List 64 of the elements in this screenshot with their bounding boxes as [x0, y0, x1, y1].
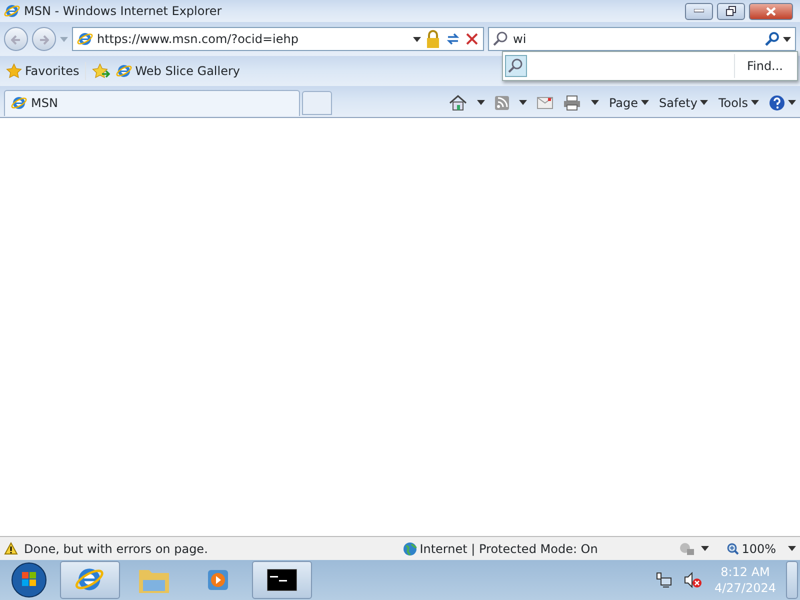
- url-text: https://www.msn.com/?ocid=iehp: [97, 31, 300, 48]
- dropdown-caret-icon[interactable]: [641, 100, 650, 105]
- browser-tab[interactable]: MSN: [4, 90, 300, 116]
- taskbar-button[interactable]: [252, 561, 312, 599]
- restore-button[interactable]: [717, 2, 745, 20]
- search-text: wi: [513, 31, 528, 48]
- start-orb-icon: [11, 562, 47, 598]
- search-magnifier-icon: [493, 31, 509, 47]
- dropdown-caret-icon[interactable]: [518, 100, 527, 105]
- stop-icon[interactable]: [465, 32, 479, 46]
- padlock-icon: [425, 30, 441, 48]
- help-menu[interactable]: [769, 94, 796, 110]
- dropdown-caret-icon[interactable]: [700, 100, 708, 105]
- page-icon: [116, 63, 132, 79]
- minimize-icon: [694, 9, 704, 13]
- dropdown-caret-icon[interactable]: [751, 100, 759, 105]
- search-suggestion-button[interactable]: [505, 55, 527, 77]
- minimize-button[interactable]: [685, 2, 713, 20]
- dropdown-caret-icon[interactable]: [788, 100, 796, 105]
- page-icon: [77, 31, 93, 47]
- command-menu[interactable]: Page: [608, 94, 650, 112]
- network-icon[interactable]: [656, 572, 672, 588]
- add-favorite-icon[interactable]: [92, 63, 110, 79]
- forward-arrow-icon: [39, 34, 49, 45]
- star-icon: [6, 63, 22, 79]
- clock-date: 4/27/2024: [714, 580, 776, 596]
- back-arrow-icon: [11, 34, 21, 45]
- home-icon[interactable]: [448, 94, 467, 110]
- speaker-muted-icon[interactable]: [684, 572, 702, 588]
- dropdown-caret-icon[interactable]: [783, 36, 791, 42]
- dropdown-caret-icon[interactable]: [413, 36, 421, 42]
- dropdown-caret-icon[interactable]: [700, 546, 709, 551]
- command-menu[interactable]: Safety: [659, 94, 708, 112]
- command-prompt-icon: [267, 569, 297, 591]
- print-icon[interactable]: [562, 94, 581, 110]
- close-button[interactable]: [749, 2, 793, 20]
- close-icon: [766, 6, 776, 16]
- globe-icon: [402, 542, 417, 556]
- browser-logo-icon: [4, 3, 20, 19]
- dropdown-caret-icon[interactable]: [788, 546, 796, 551]
- dropdown-caret-icon[interactable]: [476, 100, 485, 105]
- favorites-button[interactable]: Favorites: [6, 62, 86, 80]
- zoom-icon: [726, 542, 739, 554]
- feed-icon[interactable]: [494, 96, 509, 110]
- zoom-level[interactable]: 100%: [726, 540, 776, 558]
- media-player-icon: [205, 567, 231, 593]
- status-message: Done, but with errors on page.: [24, 540, 208, 558]
- command-menu[interactable]: Tools: [718, 94, 759, 112]
- clock-time: 8:12 AM: [720, 564, 770, 580]
- search-field[interactable]: wi: [488, 27, 796, 51]
- find-button[interactable]: Find...: [734, 54, 795, 78]
- search-icon[interactable]: [765, 32, 779, 46]
- search-magnifier-icon: [508, 58, 524, 74]
- security-zone: Internet | Protected Mode: On: [402, 540, 673, 558]
- help-icon: [769, 94, 785, 110]
- mail-icon[interactable]: [536, 96, 553, 108]
- restore-icon: [726, 6, 736, 16]
- warning-icon: [4, 542, 18, 555]
- refresh-icon[interactable]: [445, 31, 461, 47]
- page-icon: [11, 95, 27, 111]
- window-title: MSN - Windows Internet Explorer: [24, 3, 223, 20]
- dropdown-caret-icon[interactable]: [590, 100, 599, 105]
- address-bar[interactable]: https://www.msn.com/?ocid=iehp: [72, 27, 484, 51]
- favorites-link[interactable]: Web Slice Gallery: [116, 62, 240, 80]
